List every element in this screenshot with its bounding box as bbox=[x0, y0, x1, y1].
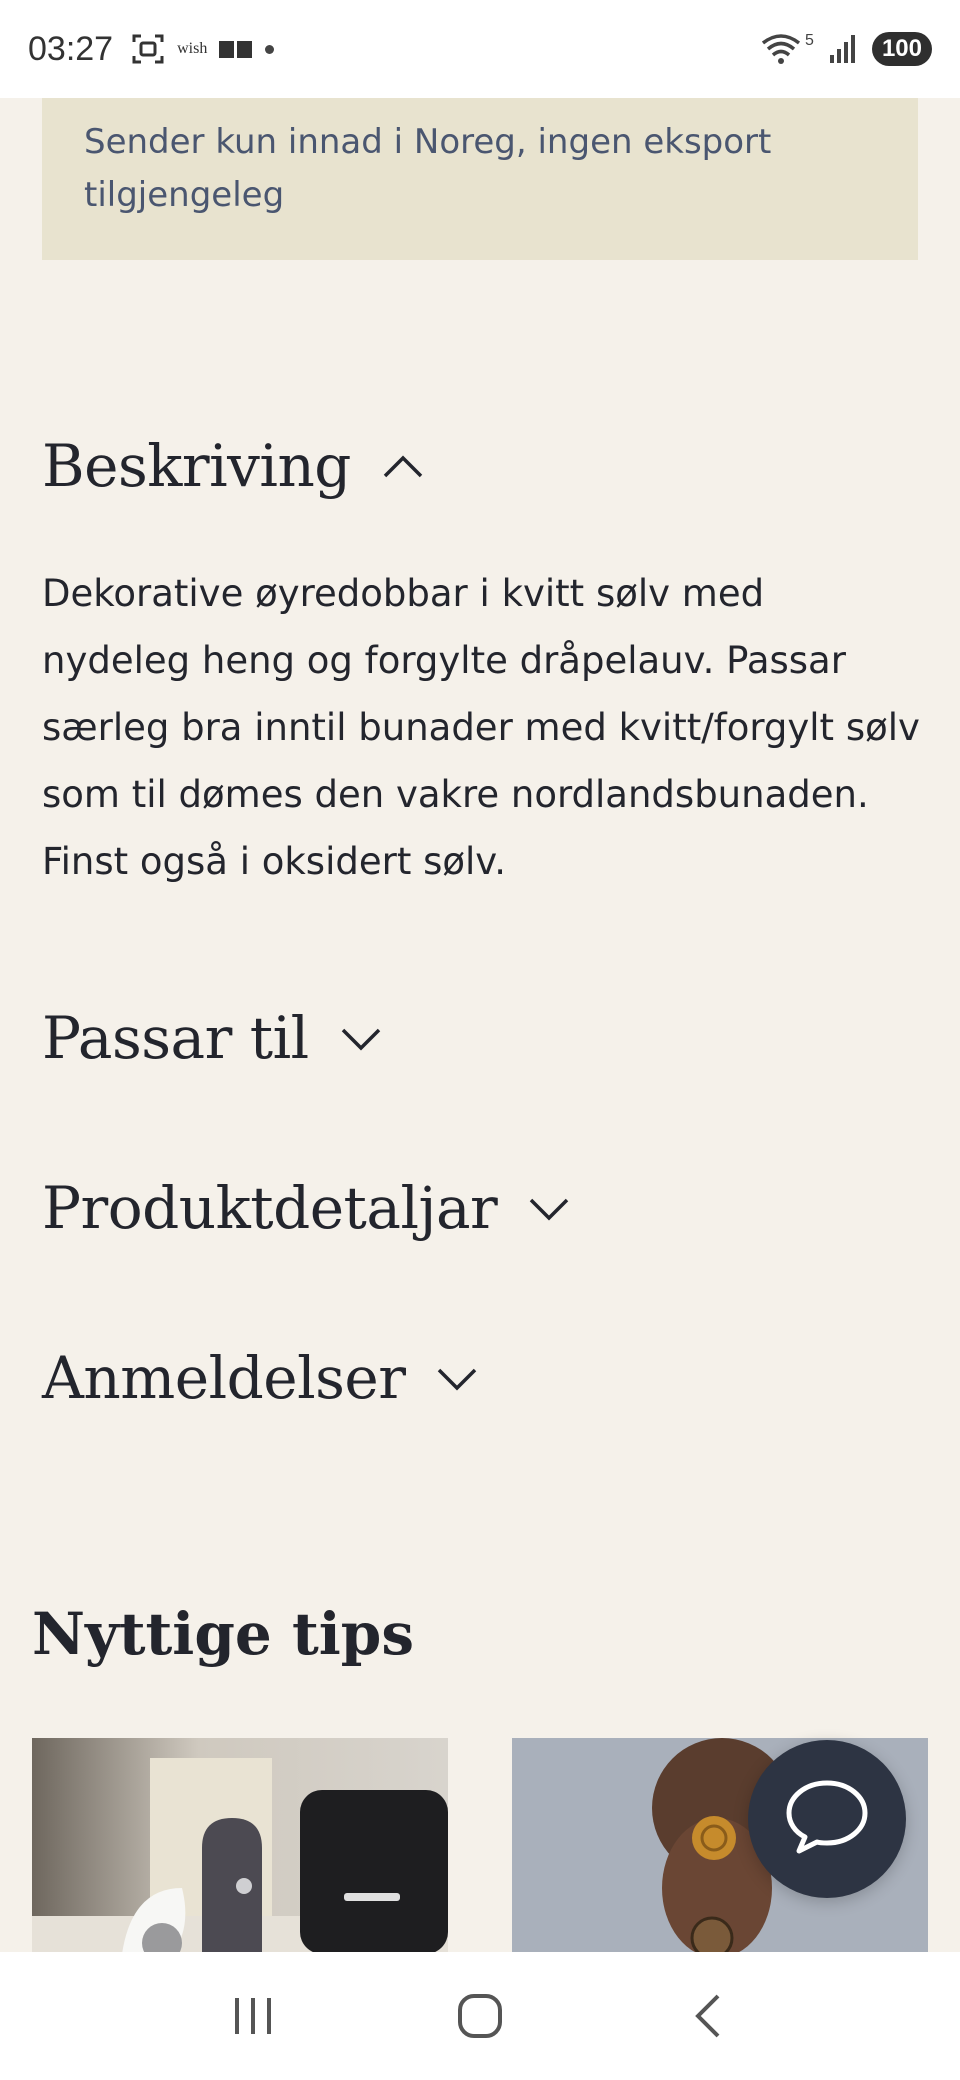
accordion-reviews-title: Anmeldelser bbox=[42, 1344, 406, 1412]
tips-section-title: Nyttige tips bbox=[32, 1600, 415, 1668]
back-icon[interactable] bbox=[662, 1971, 752, 2061]
battery-icon: 100 bbox=[871, 32, 932, 66]
accordion-description-title: Beskriving bbox=[42, 432, 351, 500]
wifi-icon bbox=[759, 31, 805, 67]
accordion-details-header[interactable]: Produktdetaljar bbox=[42, 1174, 571, 1242]
network-type-label: 5 bbox=[805, 32, 814, 49]
accordion-description-header[interactable]: Beskriving bbox=[42, 432, 425, 500]
screenshot-icon bbox=[131, 32, 165, 66]
status-time: 03:27 bbox=[28, 29, 114, 68]
description-body: Dekorative øyredobbar i kvitt sølv med n… bbox=[42, 572, 920, 883]
accordion-fits-title: Passar til bbox=[42, 1004, 309, 1072]
shipping-notice-text: Sender kun innad i Noreg, ingen eksport … bbox=[84, 122, 772, 215]
status-bar: 03:27 wish 5 100 bbox=[0, 0, 960, 98]
chevron-down-icon bbox=[527, 1194, 571, 1222]
home-icon[interactable] bbox=[435, 1971, 525, 2061]
tip-card-image bbox=[32, 1738, 448, 1954]
accordion-details-title: Produktdetaljar bbox=[42, 1174, 498, 1242]
shipping-notice: Sender kun innad i Noreg, ingen eksport … bbox=[42, 98, 918, 260]
chat-button[interactable] bbox=[748, 1740, 906, 1898]
wish-app-icon bbox=[219, 38, 253, 60]
system-nav-bar bbox=[0, 1952, 960, 2080]
status-icons-right: 5 100 bbox=[759, 31, 932, 67]
status-icons-left: wish bbox=[131, 32, 275, 66]
chevron-down-icon bbox=[435, 1364, 479, 1392]
chevron-up-icon bbox=[381, 452, 425, 480]
chevron-down-icon bbox=[339, 1024, 383, 1052]
wish-app-label: wish bbox=[177, 40, 208, 57]
notification-dot-icon bbox=[265, 44, 275, 54]
accordion-fits-header[interactable]: Passar til bbox=[42, 1004, 383, 1072]
recent-apps-icon[interactable] bbox=[208, 1971, 298, 2061]
signal-icon bbox=[828, 33, 858, 65]
accordion-reviews-header[interactable]: Anmeldelser bbox=[42, 1344, 479, 1412]
tip-card-silver-care[interactable] bbox=[32, 1738, 448, 1954]
chat-bubble-icon bbox=[781, 1777, 873, 1861]
